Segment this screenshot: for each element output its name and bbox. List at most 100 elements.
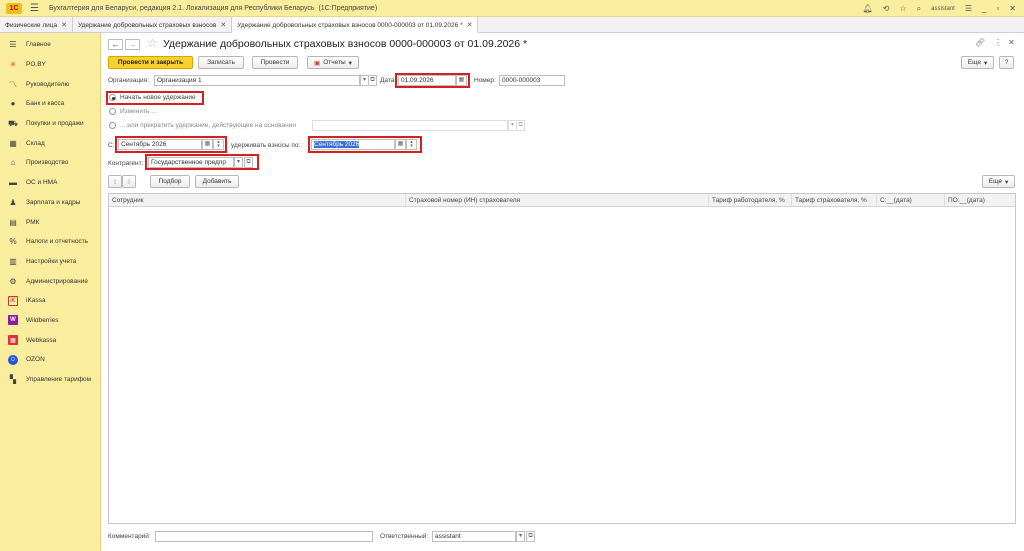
close-icon[interactable]: ✕ bbox=[1009, 4, 1016, 13]
forward-button[interactable]: → bbox=[125, 39, 140, 50]
page-title: Удержание добровольных страховых взносов… bbox=[163, 38, 528, 50]
withhold-period-field[interactable]: Сентябрь 2026 bbox=[311, 139, 395, 150]
sidebar-item-settings[interactable]: ▥ Настройки учета bbox=[0, 252, 100, 272]
date-field[interactable]: 01.09.2026 bbox=[398, 75, 456, 86]
move-up-button[interactable]: ⇧ bbox=[108, 175, 122, 188]
sidebar-item-poby[interactable]: ✳ PO.BY bbox=[0, 55, 100, 75]
contractor-field[interactable]: Государственное предпр bbox=[148, 157, 234, 168]
column-from-date[interactable]: С:__(дата) bbox=[877, 194, 945, 207]
column-to-date[interactable]: ПО:__(дата) bbox=[945, 194, 1015, 207]
from-label: С: bbox=[108, 142, 115, 149]
sidebar-item-production[interactable]: ⌂ Производство bbox=[0, 153, 100, 173]
sidebar-item-ikassa[interactable]: iK iKassa bbox=[0, 291, 100, 311]
radio-stop-button[interactable] bbox=[109, 122, 116, 129]
date-label: Дата: bbox=[380, 77, 397, 84]
favorite-star-icon[interactable]: ☆ bbox=[147, 36, 158, 50]
basis-open-icon[interactable]: ⧉ bbox=[516, 120, 525, 131]
tab-close-icon[interactable]: ✕ bbox=[61, 21, 67, 29]
sidebar-item-tariff[interactable]: ▚ Управление тарифом bbox=[0, 370, 100, 390]
sidebar-item-assets[interactable]: ▬ ОС и НМА bbox=[0, 173, 100, 193]
post-and-close-button[interactable]: Провести и закрыть bbox=[108, 56, 193, 69]
sidebar-item-main[interactable]: ☰ Главное bbox=[0, 35, 100, 55]
responsible-open-icon[interactable]: ⧉ bbox=[526, 531, 535, 542]
sidebar-item-manager[interactable]: 〽 Руководителю bbox=[0, 74, 100, 94]
more-vert-icon[interactable]: ⋮ bbox=[994, 38, 1002, 47]
cart-icon: ⛟ bbox=[7, 118, 19, 128]
pick-button[interactable]: Подбор bbox=[150, 175, 190, 188]
chevron-down-icon: ▾ bbox=[348, 59, 352, 67]
help-button[interactable]: ? bbox=[999, 56, 1014, 69]
tab-close-icon[interactable]: ✕ bbox=[220, 21, 226, 29]
settings-menu-icon[interactable]: ☰ bbox=[965, 4, 972, 13]
withhold-stepper[interactable]: ▴ ▾ bbox=[406, 139, 417, 150]
tab-close-icon[interactable]: ✕ bbox=[467, 21, 473, 29]
sidebar-item-salary[interactable]: ♟ Зарплата и кадры bbox=[0, 193, 100, 213]
sidebar-item-taxes[interactable]: % Налоги и отчетность bbox=[0, 232, 100, 252]
organization-field[interactable]: Организация 1 bbox=[154, 75, 360, 86]
minimize-icon[interactable]: _ bbox=[982, 4, 986, 13]
organization-label: Организация: bbox=[108, 77, 150, 84]
sidebar-item-purchases[interactable]: ⛟ Покупки и продажи bbox=[0, 114, 100, 134]
column-employee[interactable]: Сотрудник bbox=[109, 194, 406, 207]
reports-button[interactable]: ▣ Отчеты ▾ bbox=[307, 56, 359, 69]
organization-open-icon[interactable]: ⧉ bbox=[368, 75, 377, 86]
favorites-icon[interactable]: ☆ bbox=[899, 4, 906, 13]
column-employer-rate[interactable]: Тариф работодателя, % bbox=[709, 194, 792, 207]
radio-change-button[interactable] bbox=[109, 108, 116, 115]
contractor-dropdown-icon[interactable]: ▾ bbox=[234, 157, 243, 168]
contractor-open-icon[interactable]: ⧉ bbox=[244, 157, 253, 168]
back-button[interactable]: ← bbox=[108, 39, 123, 50]
tab-individuals[interactable]: Физические лица ✕ bbox=[0, 17, 73, 33]
basis-document-field[interactable] bbox=[312, 120, 508, 131]
sidebar-item-ozon[interactable]: O OZON bbox=[0, 350, 100, 370]
link-icon[interactable]: 🔗︎ bbox=[975, 38, 985, 47]
save-button[interactable]: Записать bbox=[198, 56, 244, 69]
number-field[interactable]: 0000-000003 bbox=[499, 75, 565, 86]
from-period-field[interactable]: Сентябрь 2026 bbox=[118, 139, 202, 150]
chevron-down-icon: ▾ bbox=[1004, 178, 1009, 186]
sidebar-item-wildberries[interactable]: W Wildberries bbox=[0, 311, 100, 331]
settings-doc-icon: ▥ bbox=[9, 256, 17, 266]
tab-insurance-list[interactable]: Удержание добровольных страховых взносов… bbox=[73, 17, 233, 33]
table-header: Сотрудник Страховой номер (ИН) страховат… bbox=[109, 194, 1015, 207]
sidebar-item-admin[interactable]: ⚙ Администрирование bbox=[0, 271, 100, 291]
user-name[interactable]: assistant bbox=[931, 6, 955, 12]
webkassa-icon: ▦ bbox=[8, 335, 18, 346]
move-down-button[interactable]: ⇩ bbox=[122, 175, 136, 188]
sidebar-item-bank[interactable]: ● Банк и касса bbox=[0, 94, 100, 114]
radio-new-option[interactable]: Начать новое удержание bbox=[109, 94, 196, 101]
comment-field[interactable] bbox=[155, 531, 373, 542]
add-button[interactable]: Добавить bbox=[195, 175, 239, 188]
history-icon[interactable]: ⟲ bbox=[883, 4, 890, 13]
main-menu-icon[interactable]: ☰ bbox=[30, 3, 39, 14]
title-bar: 1С ☰ Бухгалтерия для Беларуси, редакция … bbox=[0, 0, 1024, 17]
search-icon[interactable]: ⌕ bbox=[917, 4, 921, 14]
column-insurance-number[interactable]: Страховой номер (ИН) страхователя bbox=[406, 194, 709, 207]
radio-new-button[interactable] bbox=[109, 94, 116, 101]
ikassa-icon: iK bbox=[8, 295, 18, 306]
sun-icon: ✳ bbox=[9, 60, 17, 70]
responsible-field[interactable]: assistant bbox=[432, 531, 516, 542]
post-button[interactable]: Провести bbox=[252, 56, 298, 69]
tab-insurance-doc[interactable]: Удержание добровольных страховых взносов… bbox=[232, 17, 479, 33]
close-form-icon[interactable]: ✕ bbox=[1008, 38, 1015, 47]
notifications-icon[interactable]: 🔔︎ bbox=[863, 4, 873, 13]
responsible-dropdown-icon[interactable]: ▾ bbox=[516, 531, 525, 542]
sidebar-item-warehouse[interactable]: ▦ Склад bbox=[0, 133, 100, 153]
from-stepper[interactable]: ▴ ▾ bbox=[213, 139, 224, 150]
table-more-button[interactable]: Еще ▾ bbox=[982, 175, 1015, 188]
withhold-label: удерживать взносы по: bbox=[231, 142, 301, 149]
radio-stop-option[interactable]: ... или прекратить удержание, действующе… bbox=[109, 122, 296, 129]
radio-change-option[interactable]: Изменить ... bbox=[109, 108, 157, 115]
sidebar-item-rmk[interactable]: ▤ РМК bbox=[0, 212, 100, 232]
sidebar-item-webkassa[interactable]: ▦ Webkassa bbox=[0, 330, 100, 350]
calendar-icon[interactable]: ▦ bbox=[456, 75, 467, 86]
withhold-calendar-icon[interactable]: ▦ bbox=[395, 139, 406, 150]
from-calendar-icon[interactable]: ▦ bbox=[202, 139, 213, 150]
column-insured-rate[interactable]: Тариф страхователя, % bbox=[792, 194, 877, 207]
wildberries-icon: W bbox=[8, 315, 18, 326]
more-button[interactable]: Еще ▾ bbox=[961, 56, 994, 69]
employees-table[interactable]: Сотрудник Страховой номер (ИН) страховат… bbox=[108, 193, 1016, 524]
radio-stop-label: ... или прекратить удержание, действующе… bbox=[120, 122, 296, 129]
restore-icon[interactable]: ▫ bbox=[996, 4, 999, 13]
